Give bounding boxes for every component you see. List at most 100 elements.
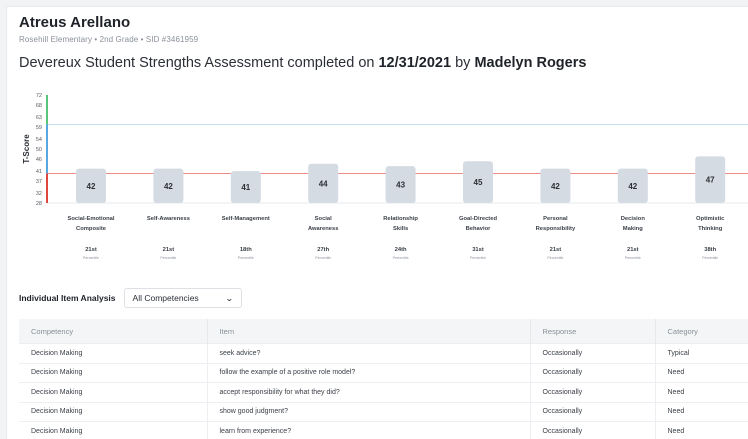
- table-cell: Typical: [655, 344, 748, 364]
- student-report-card: Atreus Arellano Rosehill Elementary • 2n…: [6, 6, 748, 439]
- category-label: Self-Management: [222, 216, 270, 222]
- percentile-label: Percentile: [393, 256, 409, 260]
- assessment-by: by: [451, 55, 474, 71]
- category-label: Self-Awareness: [147, 216, 190, 222]
- assessment-rater: Madelyn Rogers: [474, 55, 586, 71]
- item-analysis-label: Individual Item Analysis: [19, 293, 116, 303]
- table-cell: accept responsibility for what they did?: [207, 383, 530, 403]
- bar-value-label: 45: [474, 178, 483, 187]
- y-tick-label: 46: [36, 157, 42, 163]
- table-cell: Need: [655, 422, 748, 439]
- bar-value-label: 43: [396, 181, 405, 190]
- assessment-title: Devereux Student Strengths Assessment co…: [19, 55, 586, 71]
- y-tick-label: 59: [36, 125, 42, 131]
- percentile-label: Percentile: [83, 256, 99, 260]
- percentile-label: Percentile: [547, 256, 563, 260]
- table-row: Decision Makinglearn from experience?Occ…: [19, 422, 748, 439]
- percentile-value: 18th: [240, 247, 252, 253]
- chevron-down-icon: ⌄: [225, 294, 234, 303]
- table-cell: seek advice?: [207, 344, 530, 364]
- percentile-value: 27th: [317, 247, 329, 253]
- y-axis-label: T-Score: [22, 134, 31, 164]
- table-cell: learn from experience?: [207, 422, 530, 439]
- table-cell: Need: [655, 363, 748, 383]
- table-cell: Decision Making: [19, 363, 207, 383]
- category-label: Social-Emotional: [67, 216, 114, 222]
- student-name: Atreus Arellano: [19, 14, 130, 31]
- table-cell: Occasionally: [530, 402, 655, 422]
- table-cell: Occasionally: [530, 383, 655, 403]
- y-tick-label: 54: [36, 137, 42, 143]
- table-cell: Occasionally: [530, 344, 655, 364]
- student-meta: Rosehill Elementary • 2nd Grade • SID #3…: [19, 35, 198, 44]
- table-header-row: CompetencyItemResponseCategory: [19, 319, 748, 344]
- table-cell: Decision Making: [19, 422, 207, 439]
- percentile-label: Percentile: [625, 256, 641, 260]
- category-label: Responsibility: [536, 226, 576, 232]
- table-row: Decision Makingseek advice?OccasionallyT…: [19, 344, 748, 364]
- item-analysis-table: CompetencyItemResponseCategory Decision …: [19, 319, 748, 439]
- category-label: Optimistic: [696, 216, 725, 222]
- category-label: Thinking: [698, 226, 723, 232]
- y-tick-label: 32: [36, 191, 42, 197]
- category-label: Skills: [393, 226, 408, 232]
- column-header: Category: [655, 319, 748, 344]
- y-tick-label: 68: [36, 103, 42, 109]
- y-tick-label: 41: [36, 169, 42, 175]
- bar-value-label: 42: [551, 182, 560, 191]
- percentile-value: 38th: [704, 247, 716, 253]
- assessment-date: 12/31/2021: [378, 55, 451, 71]
- competency-select[interactable]: All Competencies ⌄: [124, 288, 242, 308]
- percentile-label: Percentile: [702, 256, 718, 260]
- competency-select-value: All Competencies: [133, 293, 199, 303]
- percentile-label: Percentile: [470, 256, 486, 260]
- bar-value-label: 42: [628, 182, 637, 191]
- category-label: Social: [315, 216, 332, 222]
- bar-value-label: 44: [319, 179, 328, 188]
- category-label: Composite: [76, 226, 107, 232]
- table-cell: Decision Making: [19, 344, 207, 364]
- table-cell: Need: [655, 383, 748, 403]
- y-tick-label: 63: [36, 115, 42, 121]
- table-cell: follow the example of a positive role mo…: [207, 363, 530, 383]
- percentile-value: 21st: [85, 247, 97, 253]
- t-score-chart: T-Score 28 32 37 41 46 50 54 59 63 68 72 42 Social-Em…: [7, 87, 748, 272]
- percentile-value: 21st: [627, 247, 639, 253]
- table-cell: Need: [655, 402, 748, 422]
- percentile-label: Percentile: [160, 256, 176, 260]
- table-row: Decision Makingshow good judgment?Occasi…: [19, 402, 748, 422]
- percentile-value: 21st: [163, 247, 175, 253]
- percentile-label: Percentile: [238, 256, 254, 260]
- category-label: Behavior: [466, 226, 492, 232]
- bar-value-label: 42: [87, 182, 96, 191]
- y-tick-label: 28: [36, 201, 42, 207]
- table-cell: Decision Making: [19, 402, 207, 422]
- bar-value-label: 41: [241, 183, 250, 192]
- table-cell: Occasionally: [530, 363, 655, 383]
- table-cell: Decision Making: [19, 383, 207, 403]
- category-label: Goal-Directed: [459, 216, 497, 222]
- bar-value-label: 42: [164, 182, 173, 191]
- percentile-value: 24th: [395, 247, 407, 253]
- category-label: Decision: [621, 216, 646, 222]
- category-label: Making: [623, 226, 643, 232]
- assessment-title-prefix: Devereux Student Strengths Assessment co…: [19, 55, 378, 71]
- y-tick-label: 50: [36, 147, 42, 153]
- column-header: Competency: [19, 319, 207, 344]
- table-cell: Occasionally: [530, 422, 655, 439]
- percentile-label: Percentile: [315, 256, 331, 260]
- percentile-value: 31st: [472, 247, 484, 253]
- table-row: Decision Makingfollow the example of a p…: [19, 363, 748, 383]
- category-label: Awareness: [308, 226, 339, 232]
- category-label: Relationship: [383, 216, 418, 222]
- table-cell: show good judgment?: [207, 402, 530, 422]
- category-label: Personal: [543, 216, 568, 222]
- y-tick-label: 72: [36, 93, 42, 99]
- y-tick-label: 37: [36, 179, 42, 185]
- column-header: Response: [530, 319, 655, 344]
- column-header: Item: [207, 319, 530, 344]
- item-analysis-filter: Individual Item Analysis All Competencie…: [19, 287, 242, 309]
- percentile-value: 21st: [550, 247, 562, 253]
- bar-value-label: 47: [706, 176, 715, 185]
- table-row: Decision Makingaccept responsibility for…: [19, 383, 748, 403]
